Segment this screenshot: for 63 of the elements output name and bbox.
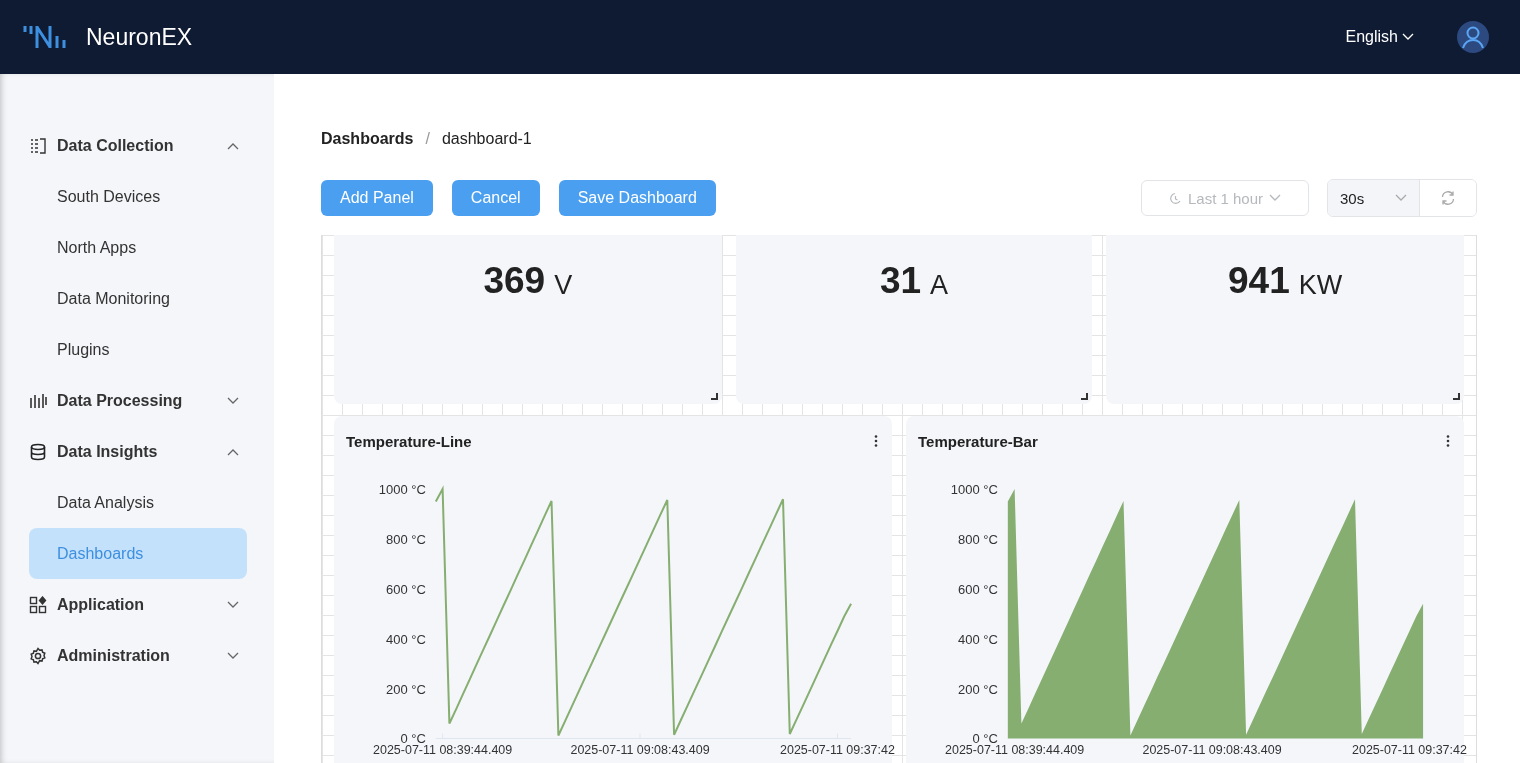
- apps-icon: [29, 595, 47, 614]
- stat-value: 369: [483, 260, 546, 303]
- chevron-up-icon: [227, 447, 239, 456]
- clock-icon: [1168, 191, 1182, 205]
- refresh-icon: [1440, 190, 1456, 206]
- stat-value: 941: [1228, 260, 1290, 303]
- nav-item[interactable]: Data Analysis: [29, 477, 247, 528]
- nav-item[interactable]: North Apps: [29, 222, 247, 273]
- nav-group[interactable]: Data Collection: [29, 120, 247, 171]
- nav-group[interactable]: Data Processing: [29, 375, 247, 426]
- y-axis-label: 1000 °C: [950, 481, 998, 497]
- stat-unit: A: [930, 270, 949, 301]
- more-menu-button[interactable]: [1444, 433, 1452, 449]
- chevron-down-icon: [227, 396, 239, 405]
- panel-title: Temperature-Bar: [918, 432, 1038, 450]
- refresh-interval-select[interactable]: 30s: [1328, 180, 1420, 216]
- x-axis-label: 2025-07-11 09:37:42: [780, 743, 895, 758]
- x-axis-label: 2025-07-11 08:39:44.409: [945, 743, 1085, 758]
- y-axis-label: 1000 °C: [378, 481, 426, 497]
- nav-item[interactable]: Plugins: [29, 324, 247, 375]
- nav-item[interactable]: Data Monitoring: [29, 273, 247, 324]
- y-axis-label: 600 °C: [386, 581, 426, 597]
- more-icon: [874, 435, 878, 447]
- y-axis-label: 400 °C: [958, 631, 998, 647]
- stat-unit: V: [554, 270, 573, 301]
- nav-group[interactable]: Administration: [29, 630, 247, 681]
- more-icon: [1446, 435, 1450, 447]
- chevron-down-icon: [1402, 33, 1414, 41]
- chevron-down-icon: [227, 600, 239, 609]
- more-menu-button[interactable]: [872, 433, 880, 449]
- chevron-down-icon: [1269, 194, 1282, 202]
- database-icon: [29, 442, 47, 461]
- resize-handle-icon[interactable]: [710, 393, 718, 400]
- x-axis-label: 2025-07-11 09:37:42: [1352, 743, 1467, 758]
- y-axis-label: 200 °C: [958, 681, 998, 697]
- y-axis-label: 600 °C: [958, 581, 998, 597]
- stat-value: 31: [879, 260, 922, 303]
- y-axis-label: 800 °C: [386, 531, 426, 547]
- breadcrumb-link[interactable]: Dashboards: [321, 130, 414, 148]
- breadcrumb-current: dashboard-1: [441, 130, 532, 148]
- stat-unit: KW: [1298, 270, 1343, 301]
- panel-title: Temperature-Line: [346, 432, 472, 450]
- chevron-up-icon: [227, 141, 239, 150]
- y-axis-label: 800 °C: [958, 531, 998, 547]
- chevron-down-icon: [227, 651, 239, 660]
- nav-item[interactable]: South Devices: [29, 171, 247, 222]
- resize-handle-icon[interactable]: [1453, 393, 1460, 400]
- y-axis-label: 200 °C: [386, 681, 426, 697]
- language-selector[interactable]: English: [1345, 28, 1414, 46]
- breadcrumb-separator: /: [425, 130, 430, 148]
- x-axis-label: 2025-07-11 09:08:43.409: [1142, 743, 1282, 758]
- brand-name: NeuronEX: [86, 23, 193, 51]
- list-icon: [29, 136, 47, 155]
- chevron-down-icon: [1395, 194, 1407, 202]
- x-axis-label: 2025-07-11 09:08:43.409: [570, 743, 710, 758]
- x-axis-label: 2025-07-11 08:39:44.409: [373, 743, 513, 758]
- nav-group[interactable]: Data Insights: [29, 426, 247, 477]
- gear-icon: [29, 646, 47, 665]
- y-axis-label: 400 °C: [386, 631, 426, 647]
- bars-icon: [29, 391, 47, 410]
- nav-group[interactable]: Application: [29, 579, 247, 630]
- user-avatar-icon[interactable]: [1456, 20, 1490, 54]
- resize-handle-icon[interactable]: [1081, 393, 1089, 400]
